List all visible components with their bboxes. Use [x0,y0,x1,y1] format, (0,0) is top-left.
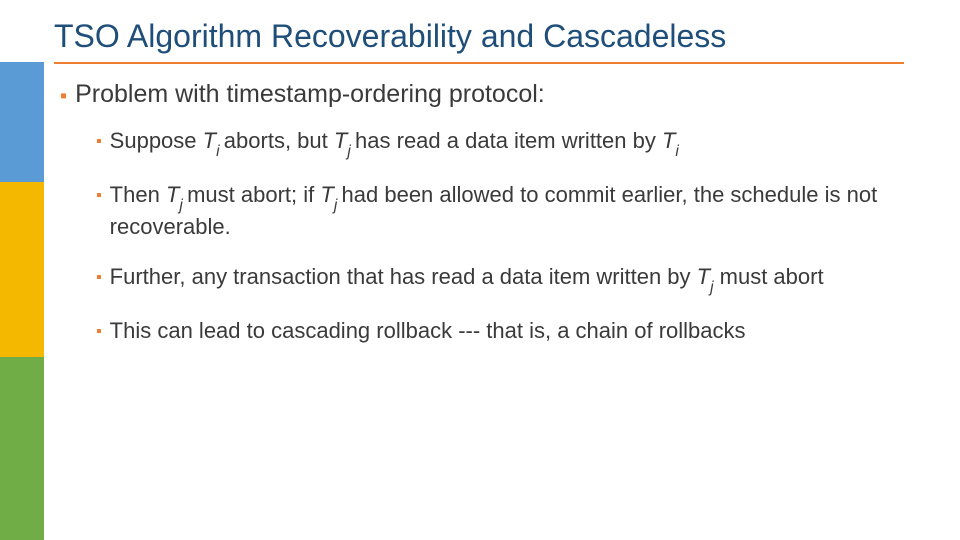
bullet-icon: ▪ [96,322,102,342]
var-sub: j [334,197,342,214]
text-frag: Suppose [110,128,203,153]
var-sub: j [347,143,355,160]
slide-title: TSO Algorithm Recoverability and Cascade… [54,18,726,55]
var-t: T [697,264,710,289]
bullet-icon: ▪ [96,186,102,206]
accent-blue [0,62,44,182]
var-sub: j [710,279,713,296]
var-sub: i [675,143,678,160]
slide-body: ▪ Problem with timestamp-ordering protoc… [60,80,910,368]
accent-green [0,357,44,540]
bullet-sub-2: ▪ Then Tj must abort; if Tj had been all… [96,181,910,241]
text-frag: must abort; if [187,182,320,207]
bullet-main: ▪ Problem with timestamp-ordering protoc… [60,80,910,109]
text-frag: must abort [714,264,824,289]
text-frag: aborts, but [224,128,334,153]
text-frag: Then [110,182,166,207]
var-t: T [334,128,347,153]
bullet-icon: ▪ [96,132,102,152]
bullet-icon: ▪ [96,268,102,288]
var-t: T [203,128,216,153]
text-frag: Further, any transaction that has read a… [110,264,697,289]
var-t: T [166,182,179,207]
bullet-sub-4: ▪ This can lead to cascading rollback --… [96,317,910,345]
bullet-sub-1: ▪ Suppose Ti aborts, but Tj has read a d… [96,127,910,159]
title-underline [54,62,904,64]
bullet-text: Further, any transaction that has read a… [110,263,910,295]
accent-yellow [0,182,44,357]
sidebar-accent [0,62,44,540]
var-sub: i [216,143,224,160]
bullet-icon: ▪ [60,85,67,108]
bullet-text: Then Tj must abort; if Tj had been allow… [110,181,910,241]
var-t: T [320,182,333,207]
bullet-text: Suppose Ti aborts, but Tj has read a dat… [110,127,910,159]
bullet-text: Problem with timestamp-ordering protocol… [75,80,910,109]
var-t: T [662,128,675,153]
slide: TSO Algorithm Recoverability and Cascade… [0,0,960,540]
bullet-sub-3: ▪ Further, any transaction that has read… [96,263,910,295]
bullet-text: This can lead to cascading rollback --- … [110,317,910,345]
text-frag: has read a data item written by [355,128,662,153]
var-sub: j [179,197,187,214]
